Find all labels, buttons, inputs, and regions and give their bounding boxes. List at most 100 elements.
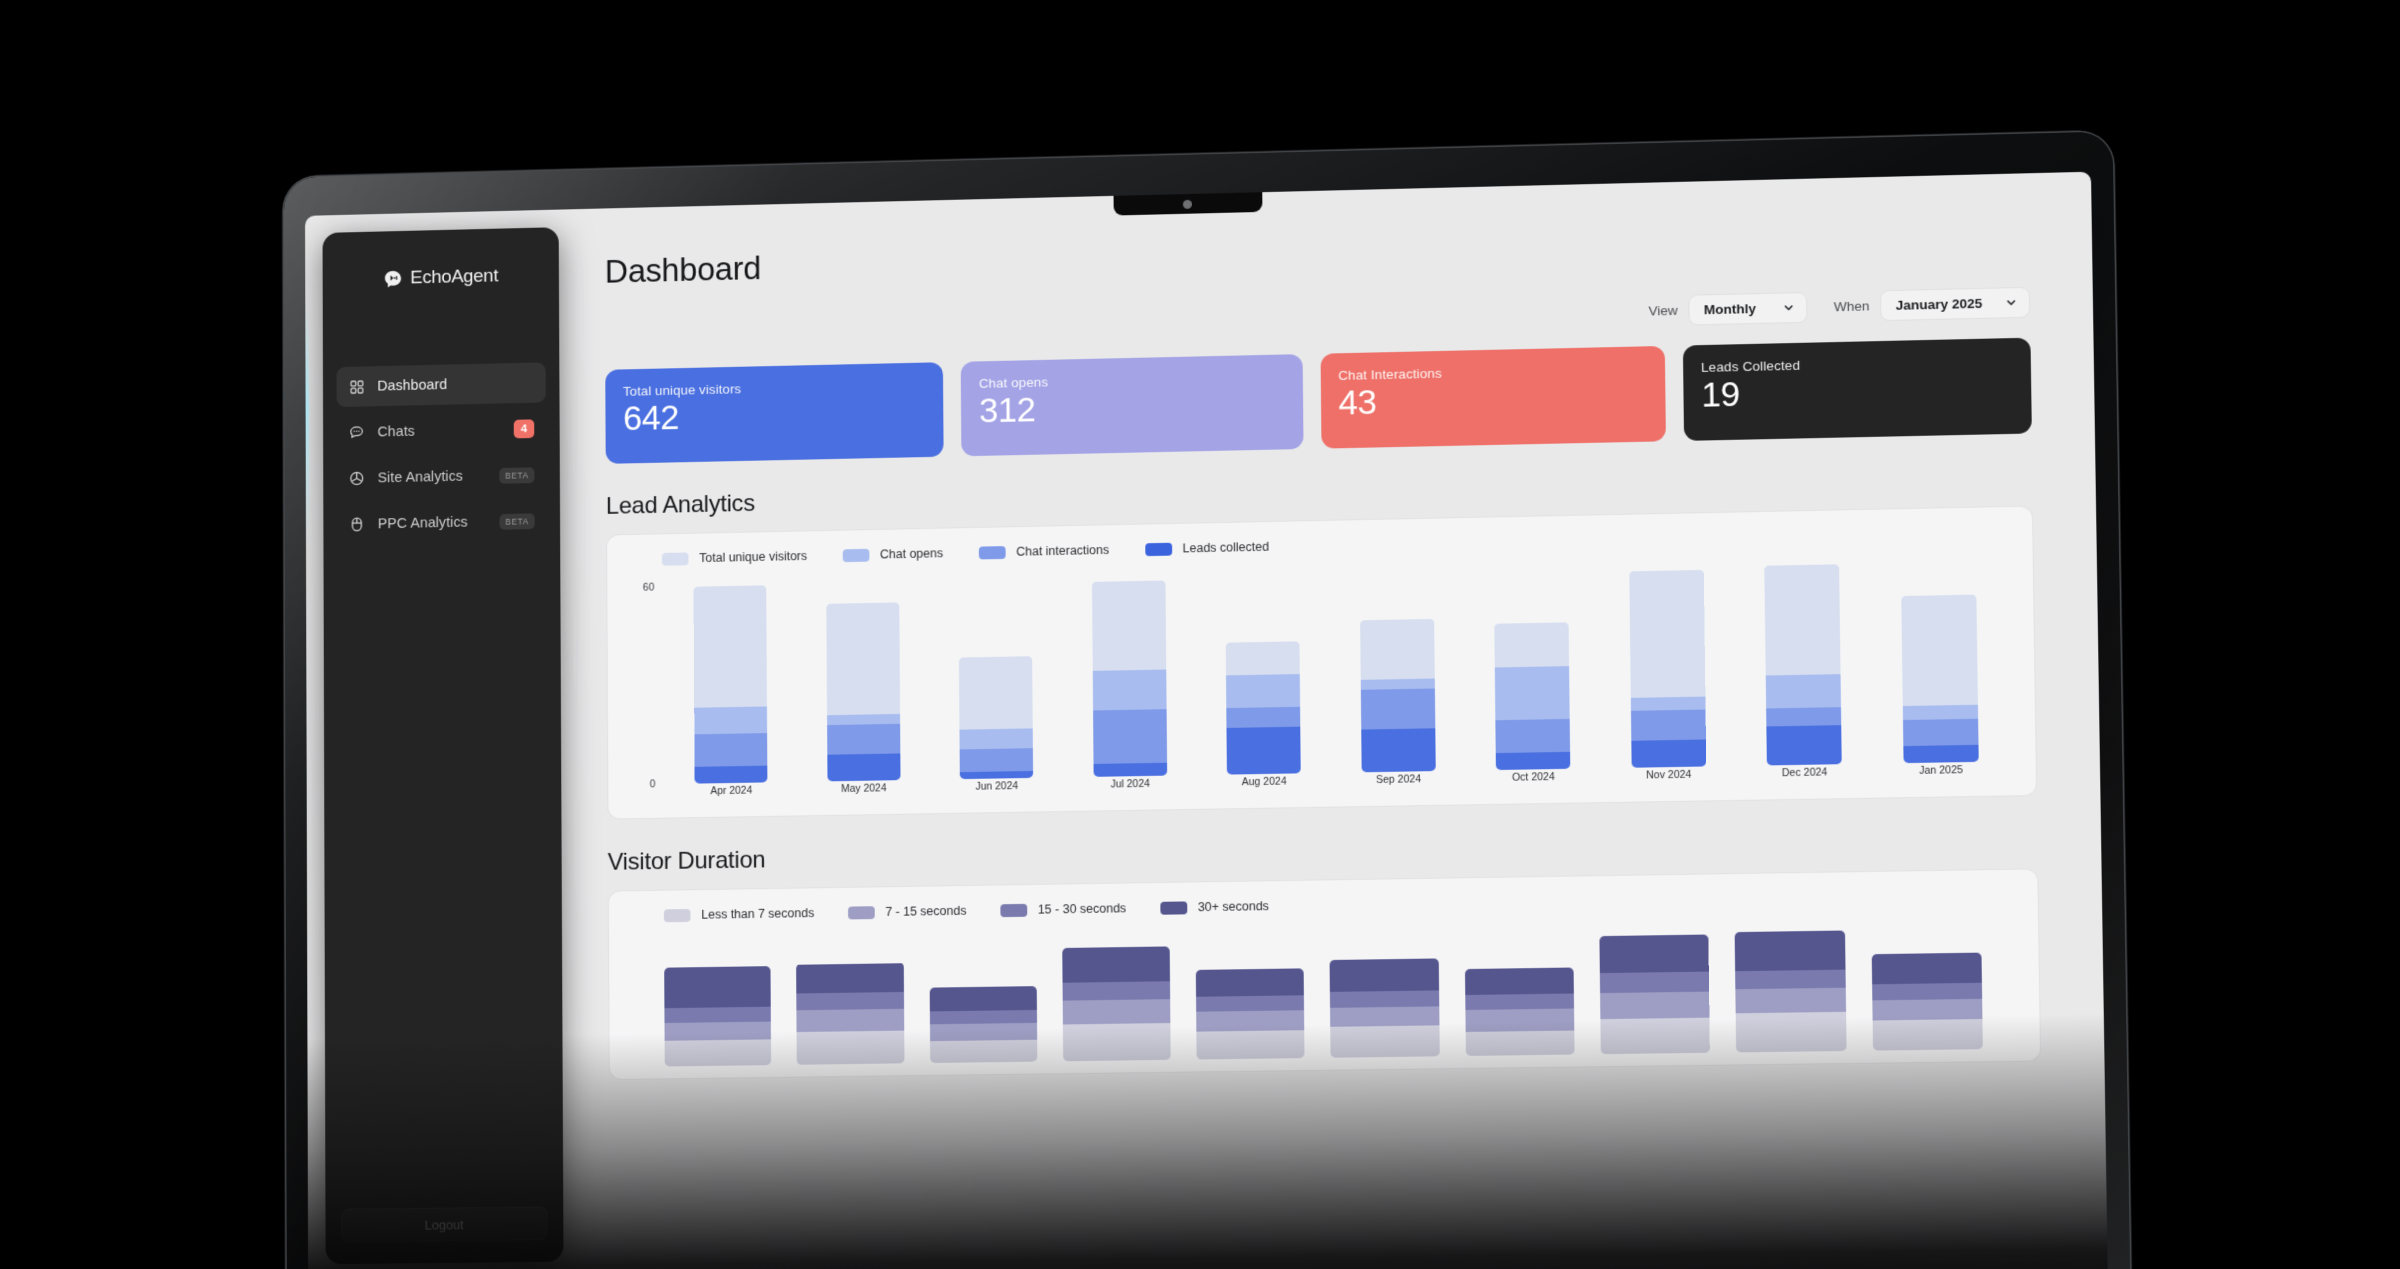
chart-bar[interactable] [1494,622,1571,771]
legend-label: 15 - 30 seconds [1037,901,1127,917]
x-axis-label: Aug 2024 [1241,775,1287,789]
legend-item[interactable]: Chat opens [842,546,943,562]
visitor-duration-bar-segment [929,1023,1038,1042]
chart-bar-segment [959,748,1034,773]
visitor-duration-bar[interactable] [1062,946,1171,1062]
stat-card[interactable]: Chat opens 312 [960,354,1304,457]
sidebar-item-dashboard[interactable]: Dashboard [336,362,546,408]
visitor-duration-bar-segment [1872,1019,1983,1051]
visitor-duration-bar-segment [1735,930,1846,971]
visitor-duration-bar[interactable] [929,986,1038,1064]
chevron-down-icon [2004,296,2017,309]
visitor-duration-panel: Less than 7 seconds 7 - 15 seconds 15 - 30… [607,868,2042,1081]
visitor-duration-bar-segment [1465,1008,1575,1033]
legend-swatch [661,551,689,566]
main-content: Dashboard View Monthly When January 2025… [577,172,2108,1269]
legend-label: Total unique visitors [699,549,808,566]
legend-item[interactable]: Total unique visitors [661,549,808,566]
laptop-device-mockup: EchoAgent Dashboard Chats 4 Site Analyti… [283,131,2131,1269]
chart-bar-column[interactable] [1062,577,1197,777]
chart-bar-segment [1902,718,1979,747]
chart-bar-segment [827,753,901,782]
brand-logo[interactable]: EchoAgent [323,227,559,291]
chart-bar[interactable] [1629,570,1707,768]
when-filter-label: When [1833,298,1870,315]
chart-bar-column[interactable] [1734,564,1873,766]
chart-y-axis: 0 60 [629,582,663,791]
visitor-duration-bar[interactable] [1464,967,1575,1056]
when-select-value: January 2025 [1895,295,1983,313]
stat-card[interactable]: Chat Interactions 43 [1320,345,1666,449]
chart-bar[interactable] [959,655,1034,780]
visitor-duration-bar-segment [929,986,1037,1012]
chart-bar[interactable] [1225,641,1301,775]
visitor-duration-bar-segment [1465,993,1575,1010]
sidebar-item-site-analytics[interactable]: Site Analytics BETA [337,454,546,499]
chart-bar[interactable] [1359,618,1436,773]
when-select[interactable]: January 2025 [1880,286,2031,322]
beta-badge: BETA [499,512,535,530]
visitor-duration-bar[interactable] [1195,967,1305,1060]
sidebar-item-label: Dashboard [377,376,448,394]
chart-bar-column[interactable] [1464,569,1601,771]
chart-bar[interactable] [826,602,901,782]
chart-bar[interactable] [1764,564,1843,766]
legend-item[interactable]: Leads collected [1144,540,1269,556]
visitor-duration-bar-segment [1872,999,1983,1021]
grid-icon [348,378,365,395]
visitor-duration-title: Visitor Duration [607,846,766,876]
legend-swatch [1159,900,1187,915]
stat-card[interactable]: Total unique visitors 642 [605,362,944,464]
chats-unread-badge: 4 [513,419,535,439]
mouse-icon [349,516,366,533]
filter-bar: View Monthly When January 2025 [605,286,2031,350]
legend-item[interactable]: Chat interactions [978,543,1110,559]
legend-label: Chat interactions [1016,543,1110,559]
legend-item[interactable]: 30+ seconds [1159,899,1269,915]
chart-bar-segment [1092,669,1167,711]
visitor-duration-bar[interactable] [1330,958,1440,1058]
chart-bar[interactable] [1091,580,1167,777]
visitor-duration-chart [631,928,2018,1067]
chart-bar-column[interactable] [929,580,1064,780]
sidebar-item-label: Chats [377,423,415,440]
visitor-duration-bar-segment [1196,1030,1305,1060]
visitor-duration-bar-segment [1330,958,1439,992]
legend-item[interactable]: 7 - 15 seconds [847,904,966,920]
x-axis-label: Jun 2024 [975,780,1019,793]
legend-item[interactable]: 15 - 30 seconds [1000,901,1126,917]
logout-container: Logout [325,1206,563,1264]
x-axis-label: Jan 2025 [1918,764,1964,777]
sidebar-item-chats[interactable]: Chats 4 [337,408,546,453]
visitor-duration-bar-segment [1600,1017,1711,1055]
visitor-duration-bar-segment [664,1006,772,1023]
chart-bar-column[interactable] [796,582,930,782]
visitor-duration-bar-segment [1330,989,1440,1009]
chart-bar-column[interactable] [1599,566,1737,768]
visitor-duration-bar[interactable] [664,966,772,1067]
chart-bar-column[interactable] [1870,561,2009,764]
visitor-duration-bar[interactable] [1735,930,1847,1053]
legend-item[interactable]: Less than 7 seconds [663,906,814,922]
visitor-duration-bar[interactable] [1599,934,1711,1055]
logout-button[interactable]: Logout [341,1206,548,1243]
chart-bar[interactable] [1901,594,1979,764]
view-select[interactable]: Monthly [1688,291,1808,326]
chart-bar-segment [1495,752,1571,771]
stat-card[interactable]: Leads Collected 19 [1682,337,2032,441]
visitor-duration-bar[interactable] [796,962,905,1065]
legend-swatch [1000,903,1027,917]
chart-bar-segment [1092,709,1167,764]
chart-bar-column[interactable] [1195,574,1331,775]
y-axis-tick: 60 [642,581,655,594]
visitor-duration-bar-segment [1196,995,1305,1012]
sidebar-item-ppc-analytics[interactable]: PPC Analytics BETA [337,500,547,544]
sidebar-nav: Dashboard Chats 4 Site Analytics BETA PP… [323,362,560,545]
visitor-duration-bar[interactable] [1871,952,1983,1051]
beta-badge: BETA [499,466,535,484]
legend-swatch [842,548,870,562]
chart-bar[interactable] [693,585,768,784]
chart-bar-column[interactable] [1329,572,1466,773]
visitor-duration-bar-segment [1062,1023,1171,1062]
chart-bar-column[interactable] [664,585,797,784]
